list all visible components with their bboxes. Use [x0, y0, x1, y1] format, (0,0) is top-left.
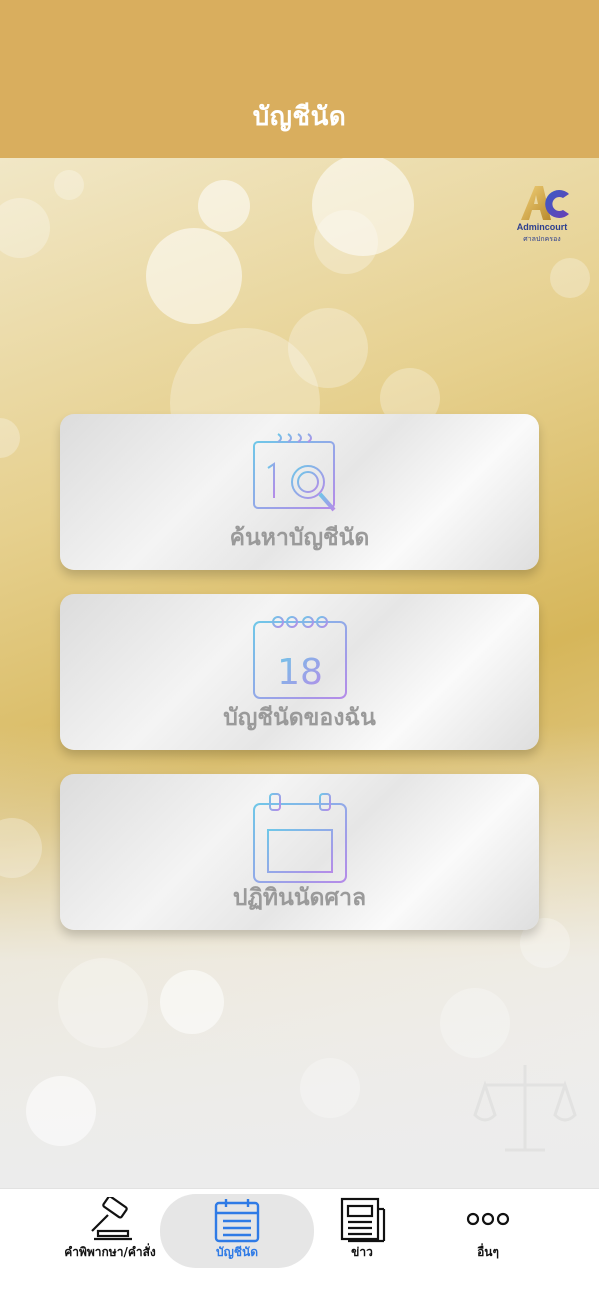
menu-card-court-calendar[interactable]: ปฏิทินนัดศาล: [60, 774, 539, 930]
tab-label: อื่นๆ: [477, 1245, 499, 1259]
calendar-day-number: 18: [277, 652, 323, 693]
logo-subtitle: ศาลปกครอง: [523, 236, 561, 243]
admincourt-logo: Admincourt ศาลปกครอง: [507, 182, 577, 250]
tab-schedule[interactable]: บัญชีนัด: [168, 1189, 306, 1269]
menu-card-my-schedule[interactable]: 18 บัญชีนัดของฉัน: [60, 594, 539, 750]
calendar-grid-icon: [253, 793, 347, 883]
menu-label: บัญชีนัดของฉัน: [223, 705, 376, 731]
gavel-icon: [91, 1197, 132, 1241]
menu-label: ค้นหาบัญชีนัด: [229, 525, 370, 551]
newspaper-icon: [340, 1197, 386, 1243]
menu-card-search-schedule[interactable]: ค้นหาบัญชีนัด: [60, 414, 539, 570]
scales-of-justice-icon: [473, 1065, 577, 1152]
logo-name: Admincourt: [516, 222, 568, 232]
bottom-tab-bar: คำพิพากษา/คำสั่ง บัญชีนัด ข่าว อื่นๆ: [0, 1188, 599, 1301]
calendar-icon: [214, 1199, 260, 1243]
menu-label: ปฏิทินนัดศาล: [232, 885, 367, 911]
tab-news[interactable]: ข่าว: [310, 1189, 414, 1269]
calendar-search-icon: [253, 433, 336, 512]
tab-more[interactable]: อื่นๆ: [436, 1189, 540, 1269]
page-title: บัญชีนัด: [252, 102, 347, 132]
tab-label: บัญชีนัด: [216, 1245, 258, 1259]
app-header: บัญชีนัด: [0, 0, 599, 158]
tab-label: ข่าว: [351, 1245, 373, 1259]
tab-label: คำพิพากษา/คำสั่ง: [64, 1245, 156, 1259]
calendar-day-icon: 18: [253, 616, 347, 699]
more-icon: [466, 1212, 510, 1226]
tab-judgments[interactable]: คำพิพากษา/คำสั่ง: [40, 1189, 180, 1269]
logo-ac-icon: [521, 186, 569, 220]
